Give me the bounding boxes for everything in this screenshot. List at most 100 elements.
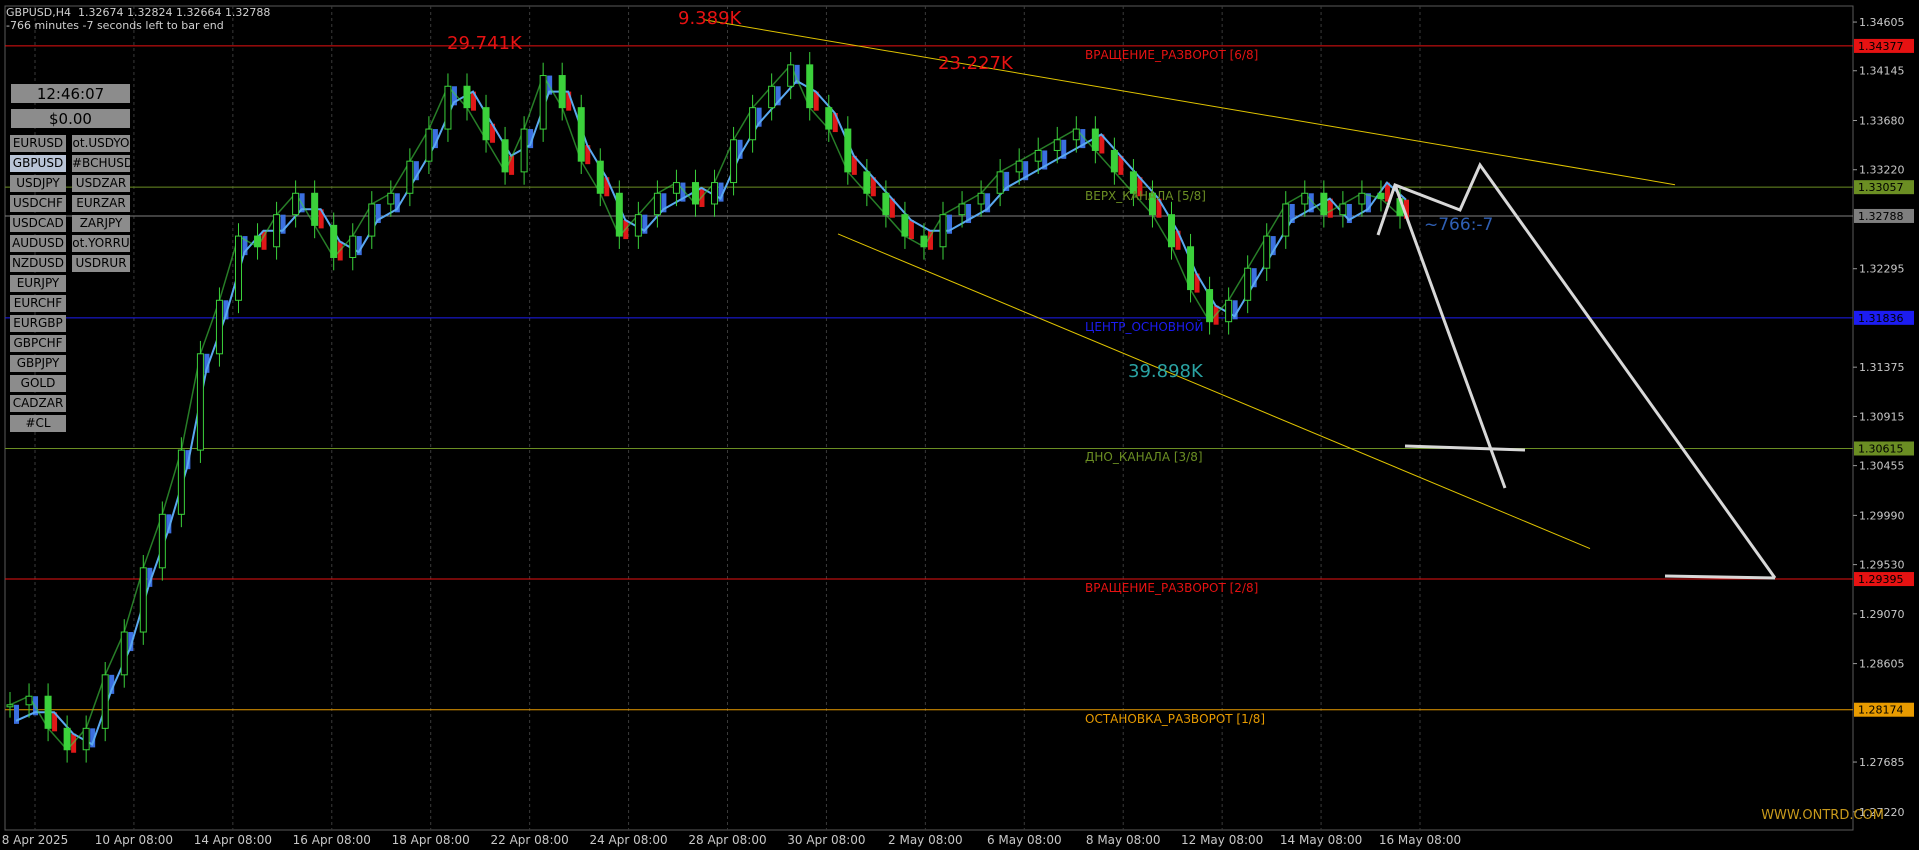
candle-body [311, 192, 319, 226]
candle-body [768, 85, 776, 109]
symbol-button[interactable]: EURCHF [10, 295, 66, 312]
level-lines [5, 45, 1853, 711]
candle-body [1187, 246, 1195, 291]
symbol-button[interactable]: GBPJPY [10, 355, 66, 372]
y-tick-label: 1.28605 [1859, 658, 1905, 671]
ribbon-block [908, 220, 914, 240]
channel-lower [837, 233, 1591, 550]
candle-body [330, 224, 338, 258]
symbol-button[interactable]: USDCAD [10, 215, 66, 232]
x-tick-label: 10 Apr 08:00 [95, 833, 173, 847]
symbol-button[interactable]: USDRUR [72, 255, 130, 272]
candle-body [177, 449, 185, 515]
candle-body [939, 214, 947, 248]
candle-body [901, 214, 909, 237]
candle-body [1110, 149, 1118, 173]
candle-body [844, 128, 852, 173]
clock-display: 12:46:07 [11, 84, 130, 103]
y-tick-label: 1.33680 [1859, 115, 1905, 128]
level-label: ДНО_КАНАЛА [3/8] [1085, 450, 1203, 465]
candle-body [254, 235, 262, 248]
candle-body [787, 64, 795, 87]
symbol-button[interactable]: EURGBP [10, 315, 66, 332]
candle-body [101, 674, 109, 729]
symbol-button[interactable]: GBPUSD [10, 155, 66, 172]
symbol-button[interactable]: EURUSD [10, 135, 66, 152]
candle-body [234, 235, 242, 301]
candle-body [120, 631, 128, 676]
level-tag: 1.33057 [1858, 181, 1904, 194]
symbol-button[interactable]: ot.USDYO [72, 135, 130, 152]
symbol-button[interactable]: AUDUSD [10, 235, 66, 252]
symbol-button[interactable]: GOLD [10, 375, 66, 392]
symbol-button[interactable]: EURJPY [10, 275, 66, 292]
level-tag: 1.32788 [1858, 210, 1904, 223]
candle-body [749, 107, 757, 141]
y-tick-label: 1.29530 [1859, 559, 1905, 572]
volume-annotation: 9.389K [678, 8, 742, 30]
level-tag: 1.28174 [1858, 704, 1904, 717]
level-label: ВРАЩЕНИЕ_РАЗВОРОТ [2/8] [1085, 581, 1259, 596]
symbol-button[interactable]: EURZAR [72, 195, 130, 212]
symbol-button[interactable]: USDZAR [72, 175, 130, 192]
price-axis: 1.34605 1.34145 1.33680 1.33220 1.32295 1.313… [1853, 16, 1914, 819]
candle-body [501, 139, 509, 173]
balance-display: $0.00 [11, 109, 130, 128]
candle-body [730, 139, 738, 184]
symbol-button[interactable]: USDCHF [10, 195, 66, 212]
y-tick-label: 1.34145 [1859, 65, 1905, 78]
candle-body [1263, 235, 1271, 269]
level-label: ВЕРХ_КАНАЛА [5/8] [1085, 189, 1206, 204]
symbol-button[interactable]: #BCHUSD [72, 155, 130, 172]
symbol-button[interactable]: ot.YORRU [72, 235, 130, 252]
candle-body [520, 128, 528, 173]
price-chart[interactable]: 1.34605 1.34145 1.33680 1.33220 1.32295 1.313… [0, 0, 1919, 850]
x-tick-label: 12 May 08:00 [1181, 833, 1263, 847]
time-axis: 8 Apr 2025 10 Apr 08:00 14 Apr 08:00 16 Apr… [2, 833, 1461, 847]
symbol-button[interactable]: #CL [10, 415, 66, 432]
x-tick-label: 18 Apr 08:00 [392, 833, 470, 847]
x-tick-label: 28 Apr 08:00 [688, 833, 766, 847]
x-tick-label: 24 Apr 08:00 [589, 833, 667, 847]
candle-body [825, 107, 833, 130]
bar-countdown: -766 minutes -7 seconds left to bar end [6, 19, 224, 32]
x-tick-label: 16 May 08:00 [1379, 833, 1461, 847]
candle-body [1301, 192, 1309, 205]
candle-body [1244, 267, 1252, 301]
candle-body [1072, 128, 1080, 141]
symbol-button[interactable]: ZARJPY [72, 215, 130, 232]
symbol-button[interactable]: USDJPY [10, 175, 66, 192]
level-label: ЦЕНТР_ОСНОВНОЙ [1085, 319, 1204, 334]
x-tick-label: 2 May 08:00 [888, 833, 963, 847]
x-tick-label: 8 May 08:00 [1086, 833, 1161, 847]
candle-body [425, 128, 433, 162]
candle-body [215, 299, 223, 355]
symbol-button[interactable]: GBPCHF [10, 335, 66, 352]
candle-body [615, 192, 623, 237]
candle-body [1225, 299, 1233, 323]
candle-body [882, 192, 890, 216]
candle-body [672, 182, 680, 194]
chart-symbol: GBPUSD,H4 [6, 6, 71, 19]
candle-body [539, 75, 547, 130]
candle-body [1377, 192, 1385, 200]
symbol-button[interactable]: CADZAR [10, 395, 66, 412]
candle-body [463, 85, 471, 109]
candle-body [806, 64, 814, 109]
candle-body [958, 203, 966, 216]
chart-grid [4, 5, 1854, 831]
candle-body [977, 192, 985, 205]
x-tick-label: 22 Apr 08:00 [491, 833, 569, 847]
candle-body [44, 695, 52, 729]
watermark: WWW.ONTRD.COM [1761, 808, 1884, 823]
candle-body [158, 513, 166, 569]
level-tag: 1.34377 [1858, 40, 1904, 53]
candle-body [577, 107, 585, 162]
symbol-button[interactable]: NZDUSD [10, 255, 66, 272]
candle-body [196, 353, 204, 451]
y-tick-label: 1.30455 [1859, 460, 1905, 473]
y-tick-label: 1.32295 [1859, 263, 1905, 276]
candle-body [1206, 289, 1214, 323]
level-tag: 1.30615 [1858, 442, 1904, 455]
candle-body [1358, 192, 1366, 205]
